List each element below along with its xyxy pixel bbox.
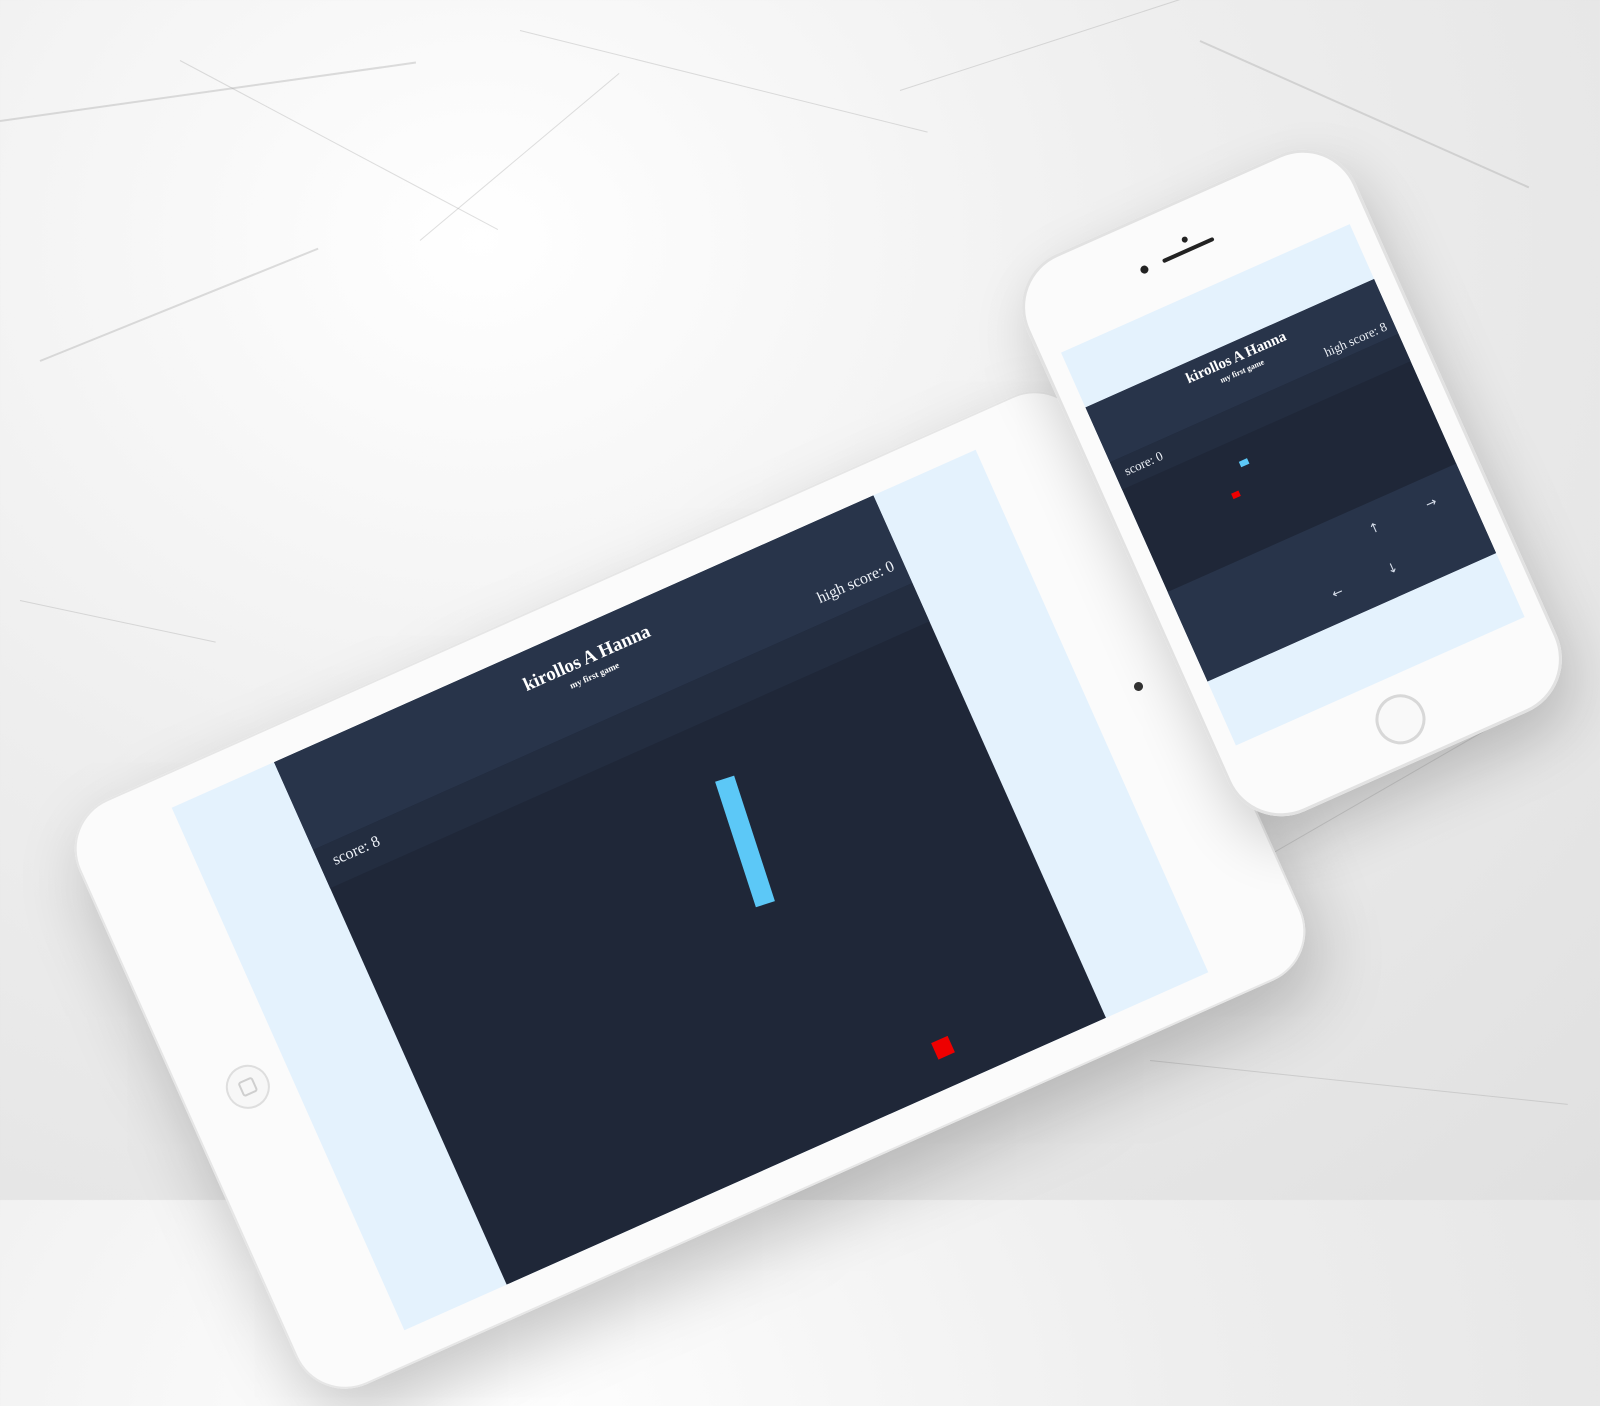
arrow-up-icon[interactable]: ↑ [1355,509,1395,549]
food-item [1231,490,1241,500]
game-app: kirollos A Hanna my first game high scor… [274,495,1106,1285]
marble-vein [419,72,620,241]
snake-body [1238,458,1250,468]
arrow-left-icon[interactable]: ← [1318,574,1358,614]
marble-vein [1199,40,1530,189]
marble-vein [19,600,216,643]
snake-body [715,775,775,908]
marble-vein [1149,1060,1568,1105]
arrow-down-icon[interactable]: ↓ [1373,550,1413,590]
marble-vein [519,30,928,133]
score-label: score: 8 [329,832,383,869]
food-item [931,1035,955,1060]
marble-vein [179,60,499,230]
marble-vein [39,247,319,362]
marble-vein [0,61,417,122]
arrow-right-icon[interactable]: → [1412,484,1452,524]
